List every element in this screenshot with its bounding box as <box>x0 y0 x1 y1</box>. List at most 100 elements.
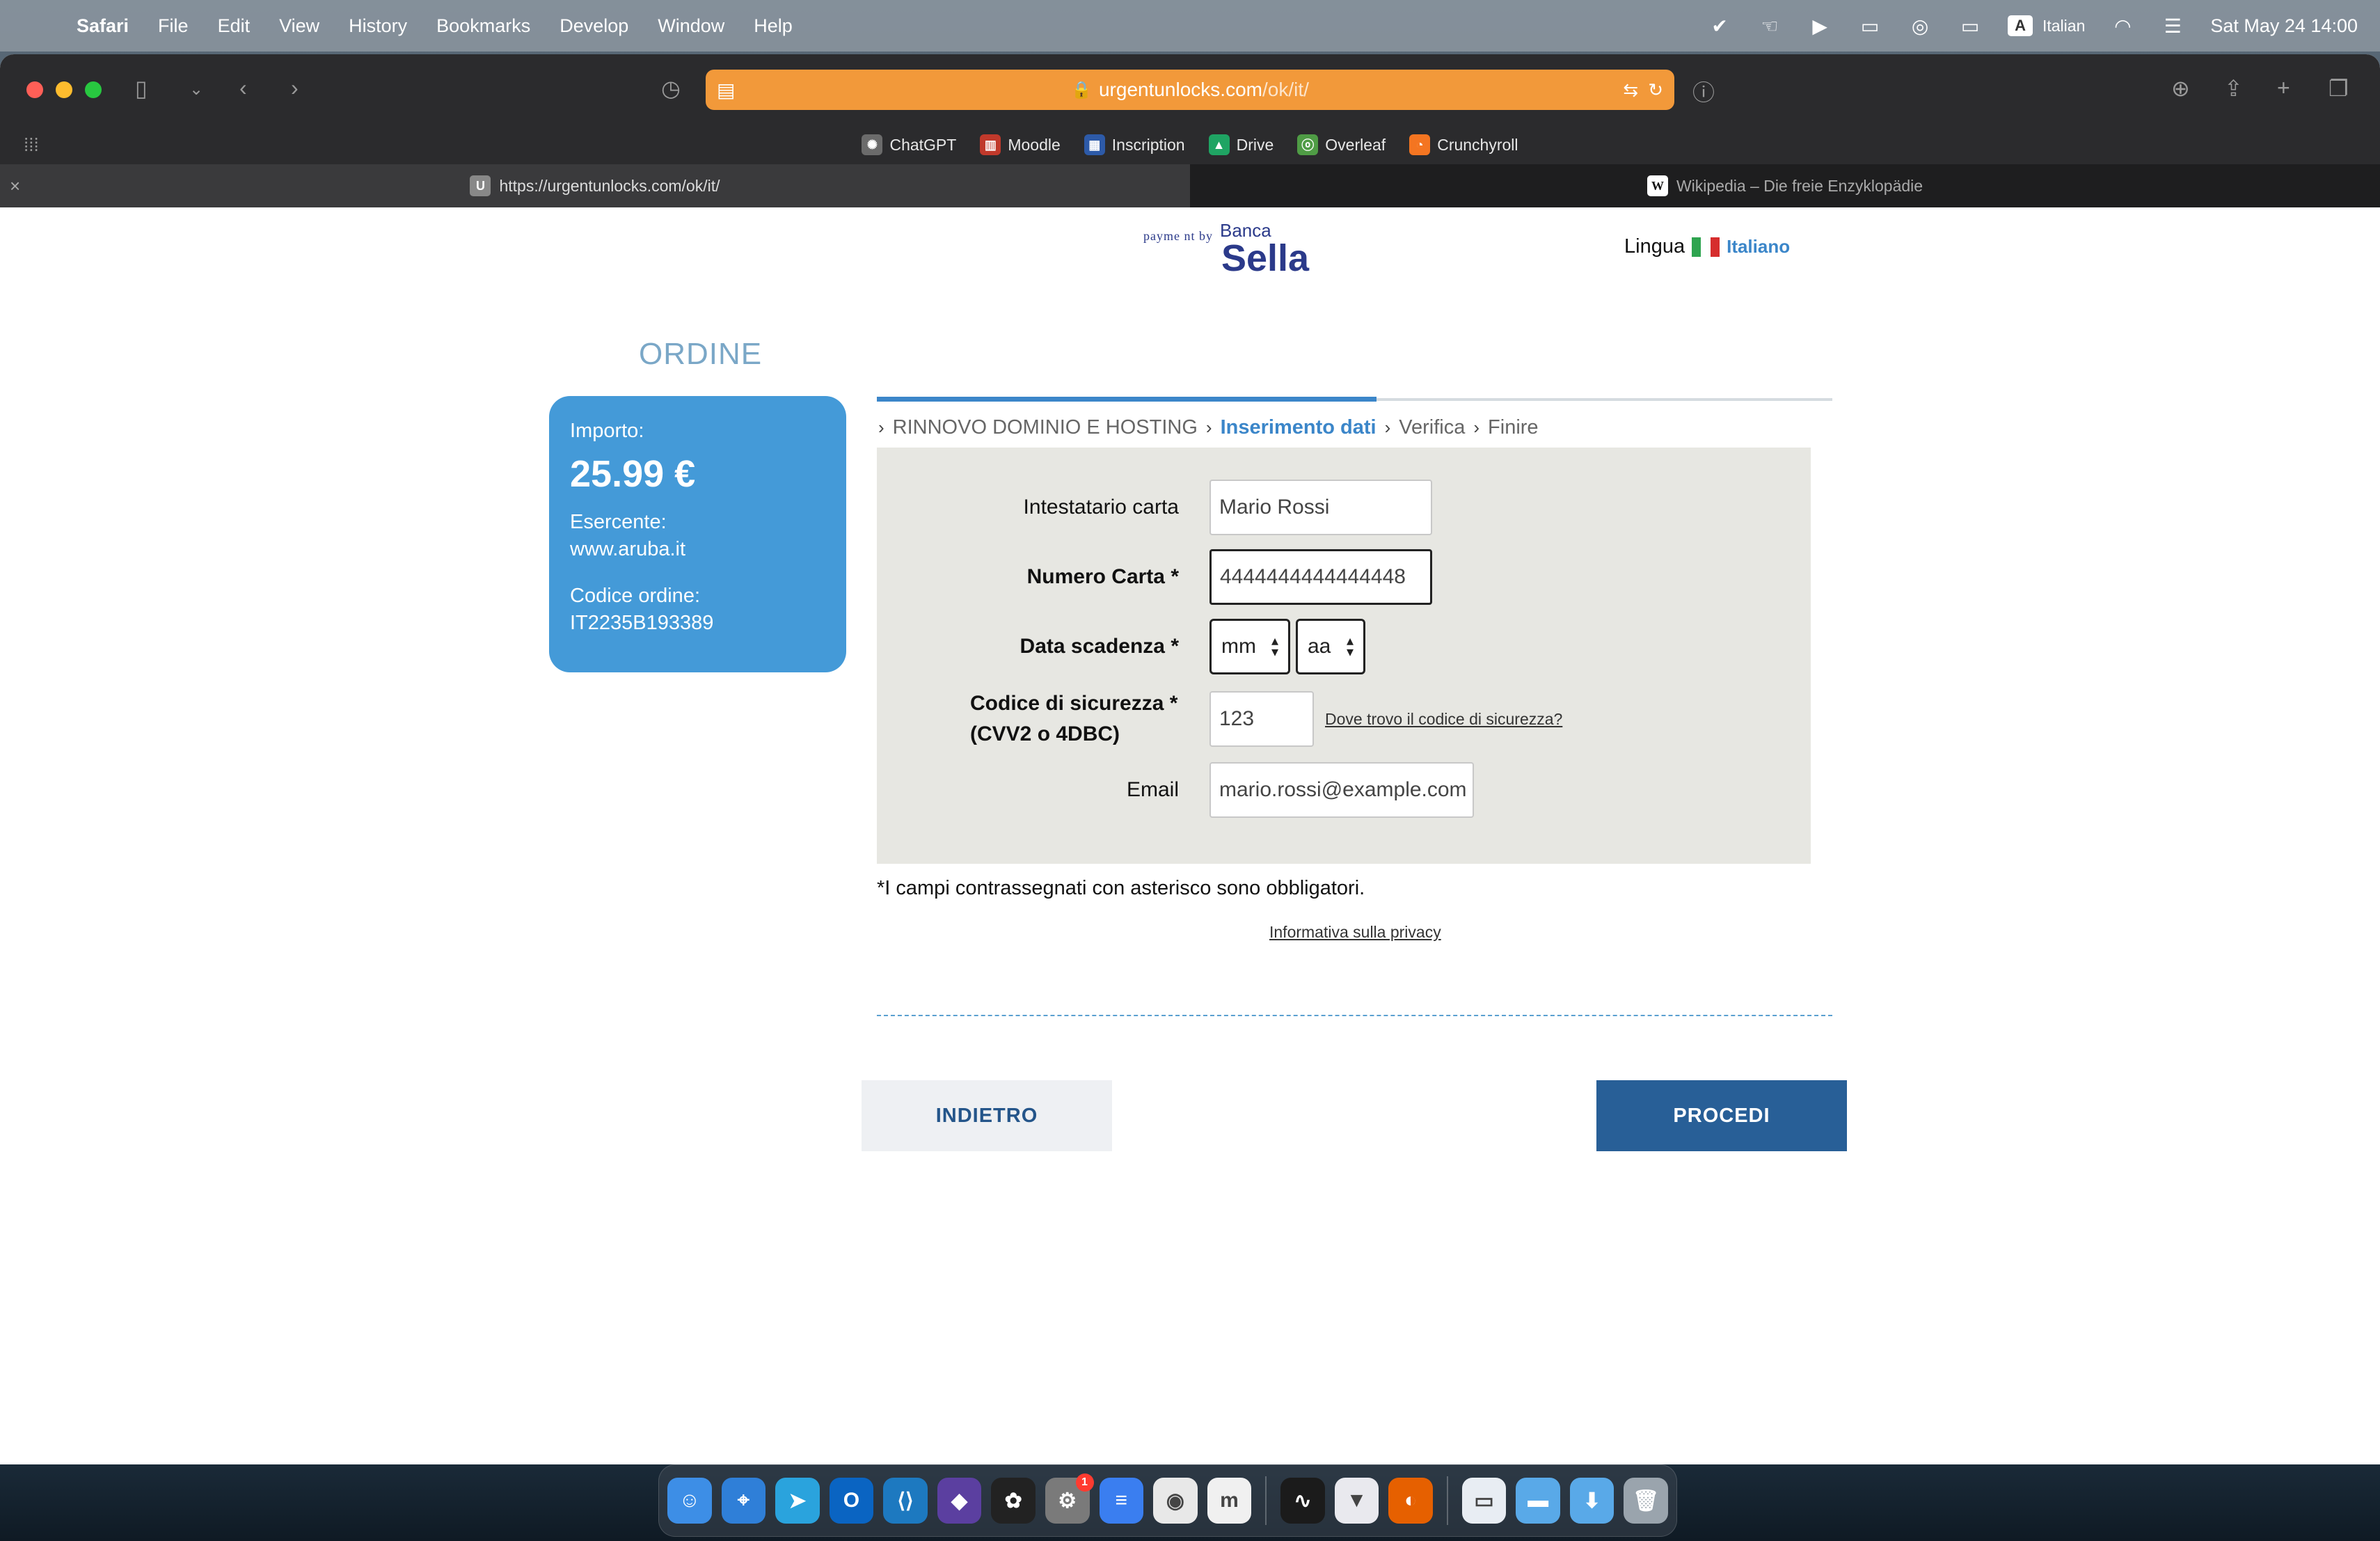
vscode-icon[interactable]: ⟨⟩ <box>883 1478 928 1524</box>
favorite-label: Drive <box>1236 135 1274 154</box>
menu-app-name[interactable]: Safari <box>77 15 129 37</box>
outlook-icon[interactable]: O <box>829 1478 874 1524</box>
merchant-label: Esercente: <box>570 511 667 533</box>
moodle-icon[interactable]: m <box>1207 1478 1252 1524</box>
lock-icon: 🔒 <box>1071 80 1092 100</box>
cursor-tool-icon[interactable]: ☜ <box>1757 15 1782 37</box>
chrome-icon[interactable]: ◉ <box>1153 1478 1198 1524</box>
activity-monitor-icon[interactable]: ∿ <box>1280 1478 1325 1524</box>
order-code-value: IT2235B193389 <box>570 612 714 634</box>
language-value[interactable]: Italiano <box>1727 236 1790 258</box>
info-icon[interactable]: ⓘ <box>1692 75 1715 107</box>
forward-icon[interactable]: › <box>291 75 299 101</box>
notification-badge: 1 <box>1075 1473 1094 1492</box>
minimize-window-button[interactable] <box>56 81 72 98</box>
banca-sella-logo: payme nt by Banca Sella <box>1143 221 1309 277</box>
translate-icon[interactable]: ⇆ <box>1623 79 1638 101</box>
favorite-label: Overleaf <box>1325 135 1386 154</box>
card-number-input[interactable]: 4444444444444448 <box>1209 549 1432 605</box>
share-icon[interactable]: ⇪ <box>2224 75 2243 102</box>
favorite-moodle[interactable]: ▥ Moodle <box>980 134 1061 155</box>
file-icon[interactable]: ▭ <box>1461 1478 1507 1524</box>
vpn-status-icon[interactable]: ✔ <box>1707 15 1732 37</box>
overleaf-icon: ⓞ <box>1297 134 1319 155</box>
email-input[interactable]: mario.rossi@example.com <box>1209 762 1474 818</box>
figma-icon[interactable]: ✿ <box>991 1478 1036 1524</box>
input-source-badge[interactable]: A <box>2008 15 2033 36</box>
close-window-button[interactable] <box>26 81 43 98</box>
drive-icon: ▲ <box>1208 134 1230 155</box>
apple-icon[interactable] <box>25 12 53 40</box>
back-button[interactable]: INDIETRO <box>862 1080 1112 1151</box>
step-data-entry: Inserimento dati <box>1220 416 1377 438</box>
sidebar-icon[interactable]: ▯ <box>135 75 148 102</box>
privacy-link[interactable]: Informativa sulla privacy <box>1269 923 1441 942</box>
favorite-inscription[interactable]: ▦ Inscription <box>1084 134 1185 155</box>
wifi-icon[interactable]: ◠ <box>2110 15 2135 37</box>
reader-icon[interactable]: ▤ <box>717 79 735 102</box>
url-path: /ok/it/ <box>1262 79 1309 100</box>
vpn-icon[interactable]: ▼ <box>1334 1478 1379 1524</box>
cvv-input[interactable]: 123 <box>1209 691 1314 747</box>
chevron-down-icon[interactable]: ⌄ <box>189 79 203 100</box>
address-bar[interactable]: ▤ 🔒 urgentunlocks.com/ok/it/ ⇆ ↻ <box>706 70 1674 110</box>
tab-overview-icon[interactable]: ❐ <box>2329 75 2349 102</box>
cvv-row: Codice di sicurezza * (CVV2 o 4DBC) 123 … <box>877 688 1811 750</box>
reload-icon[interactable]: ↻ <box>1648 79 1663 101</box>
tab-wikipedia[interactable]: W Wikipedia – Die freie Enzyklopädie <box>1190 164 2380 207</box>
trash-icon[interactable]: 🗑 <box>1624 1478 1668 1524</box>
system-settings-icon[interactable]: ⚙ 1 <box>1045 1473 1094 1524</box>
menu-window[interactable]: Window <box>658 15 724 37</box>
downloads-icon[interactable]: ⊕ <box>2171 75 2190 102</box>
play-icon[interactable]: ▶ <box>1807 15 1832 37</box>
menu-file[interactable]: File <box>158 15 189 37</box>
chevron-right-icon: › <box>1384 417 1391 438</box>
menu-history[interactable]: History <box>349 15 407 37</box>
favorite-chatgpt[interactable]: ✺ ChatGPT <box>862 134 956 155</box>
crunchyroll-icon: ◔ <box>1409 134 1431 155</box>
menu-bookmarks[interactable]: Bookmarks <box>436 15 530 37</box>
dock: ☺ ⌖ ➤ O ⟨⟩ ◆ ✿ ⚙ 1 ≡ ◉ m ∿ ▼ ◐ ▭ ▬ ⬇ 🗑 <box>658 1464 1677 1537</box>
control-center-icon[interactable]: ☰ <box>2160 15 2185 37</box>
cvv-label: Codice di sicurezza * (CVV2 o 4DBC) <box>877 688 1179 750</box>
battery-icon[interactable]: ▭ <box>1958 15 1983 37</box>
inscription-icon: ▦ <box>1084 134 1105 155</box>
favorite-drive[interactable]: ▲ Drive <box>1208 134 1274 155</box>
menu-edit[interactable]: Edit <box>218 15 251 37</box>
new-tab-icon[interactable]: + <box>2277 75 2290 101</box>
stage-manager-icon[interactable]: ▭ <box>1857 15 1882 37</box>
expiry-month-select[interactable]: mm ▴ ▾ <box>1209 619 1290 674</box>
telegram-icon[interactable]: ➤ <box>775 1478 820 1524</box>
expiry-year-select[interactable]: aa ▴ ▾ <box>1296 619 1365 674</box>
menu-view[interactable]: View <box>279 15 319 37</box>
card-number-row: Numero Carta * 4444444444444448 <box>877 549 1811 605</box>
tab-urgentunlocks[interactable]: × U https://urgentunlocks.com/ok/it/ <box>0 164 1190 207</box>
favorite-overleaf[interactable]: ⓞ Overleaf <box>1297 134 1386 155</box>
grid-icon[interactable]: ⁞⁞⁞ <box>24 134 39 156</box>
cvv-help-link[interactable]: Dove trovo il codice di sicurezza? <box>1325 710 1562 729</box>
clock[interactable]: Sat May 24 14:00 <box>2210 15 2358 37</box>
airdrop-icon[interactable]: ◎ <box>1907 15 1933 37</box>
dock-separator <box>1446 1476 1448 1525</box>
history-icon[interactable]: ◷ <box>661 75 681 102</box>
card-holder-input[interactable]: Mario Rossi <box>1209 480 1432 535</box>
obsidian-icon[interactable]: ◆ <box>937 1478 982 1524</box>
downloads-folder-icon[interactable]: ⬇ <box>1569 1478 1615 1524</box>
safari-icon[interactable]: ⌖ <box>721 1478 766 1524</box>
menu-develop[interactable]: Develop <box>560 15 628 37</box>
language-selector[interactable]: Lingua Italiano <box>1624 235 1790 258</box>
favorite-crunchyroll[interactable]: ◔ Crunchyroll <box>1409 134 1518 155</box>
finder-icon[interactable]: ☺ <box>667 1478 712 1524</box>
docs-icon[interactable]: ≡ <box>1099 1478 1144 1524</box>
folder-icon[interactable]: ▬ <box>1516 1478 1560 1524</box>
safari-window: ▯ ⌄ ‹ › ◷ ▤ 🔒 urgentunlocks.com/ok/it/ ⇆… <box>0 54 2380 1464</box>
close-tab-icon[interactable]: × <box>10 175 20 197</box>
back-icon[interactable]: ‹ <box>239 75 247 101</box>
firefox-icon[interactable]: ◐ <box>1388 1478 1433 1524</box>
input-language[interactable]: Italian <box>2042 17 2085 35</box>
expiry-label: Data scadenza * <box>1020 635 1179 658</box>
zoom-window-button[interactable] <box>85 81 102 98</box>
menu-help[interactable]: Help <box>754 15 793 37</box>
favorites-bar: ⁞⁞⁞ ✺ ChatGPT ▥ Moodle ▦ Inscription ▲ D… <box>0 125 2380 164</box>
proceed-button[interactable]: PROCEDI <box>1596 1080 1847 1151</box>
